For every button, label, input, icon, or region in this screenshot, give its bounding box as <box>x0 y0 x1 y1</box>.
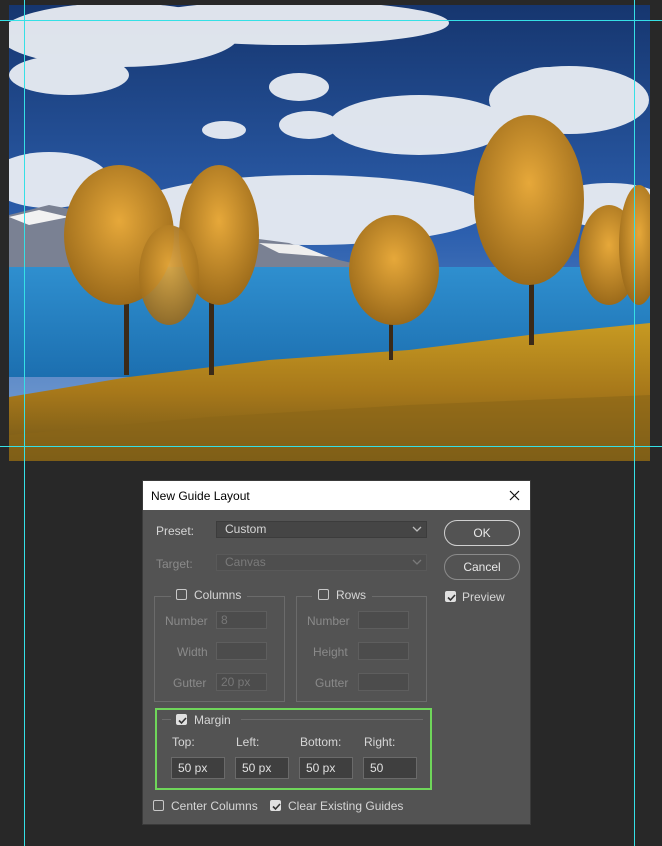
columns-checkbox[interactable] <box>176 589 187 600</box>
ok-button[interactable]: OK <box>444 520 520 546</box>
columns-number-label: Number <box>165 614 208 628</box>
rows-height-label: Height <box>313 645 348 659</box>
dialog-titlebar[interactable]: New Guide Layout <box>143 481 530 510</box>
columns-label: Columns <box>194 588 242 602</box>
rows-gutter-label: Gutter <box>315 676 349 690</box>
guide-horizontal-top[interactable] <box>0 20 662 21</box>
preset-dropdown[interactable]: Custom <box>216 521 427 538</box>
preset-label: Preset: <box>156 524 195 538</box>
columns-gutter-field: 20 px <box>216 673 267 691</box>
rows-height-field <box>358 642 409 660</box>
preview-label: Preview <box>462 590 505 604</box>
columns-width-field <box>216 642 267 660</box>
close-icon <box>509 490 519 500</box>
guide-vertical-left[interactable] <box>24 0 25 846</box>
rows-number-field <box>358 611 409 629</box>
preset-value: Custom <box>225 522 267 536</box>
close-button[interactable] <box>504 485 524 505</box>
columns-number-field: 8 <box>216 611 267 629</box>
center-columns-checkbox[interactable] <box>153 800 164 811</box>
clear-guides-label: Clear Existing Guides <box>288 799 404 813</box>
new-guide-layout-dialog: New Guide Layout Preset: Custom Target: … <box>142 480 531 825</box>
rows-label: Rows <box>336 588 367 602</box>
cancel-button[interactable]: Cancel <box>444 554 520 580</box>
clear-guides-checkbox[interactable] <box>270 800 281 811</box>
guide-vertical-right[interactable] <box>634 0 635 846</box>
center-columns-label: Center Columns <box>171 799 258 813</box>
rows-checkbox[interactable] <box>318 589 329 600</box>
target-dropdown: Canvas <box>216 554 427 571</box>
rows-gutter-field <box>358 673 409 691</box>
target-label: Target: <box>156 557 193 571</box>
dialog-title: New Guide Layout <box>151 489 250 503</box>
canvas-image <box>9 5 650 461</box>
guide-horizontal-bottom[interactable] <box>0 446 662 447</box>
margin-highlight-box <box>155 708 432 790</box>
rows-number-label: Number <box>307 614 350 628</box>
chevron-down-icon <box>412 526 422 532</box>
target-value: Canvas <box>225 555 266 569</box>
checkmark-icon <box>447 594 456 602</box>
columns-gutter-label: Gutter <box>173 676 207 690</box>
preview-checkbox[interactable] <box>445 591 456 602</box>
columns-width-label: Width <box>177 645 208 659</box>
chevron-down-icon <box>412 559 422 565</box>
checkmark-icon <box>272 803 281 811</box>
